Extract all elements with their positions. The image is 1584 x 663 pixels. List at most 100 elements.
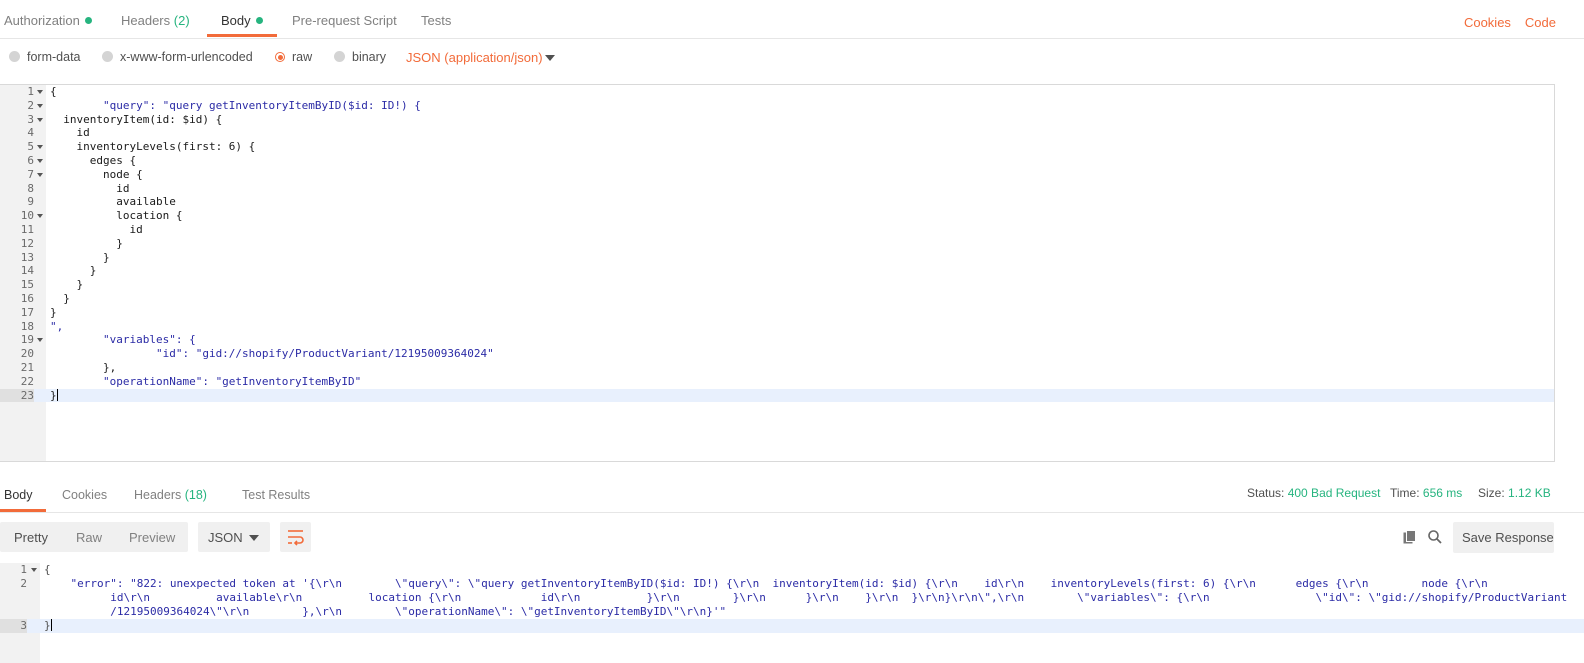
line-number: 3 bbox=[0, 619, 27, 633]
line-number: 6 bbox=[27, 153, 34, 167]
top-links: Cookies Code bbox=[1450, 15, 1556, 30]
response-line: 2 "error": "822: unexpected token at '{\… bbox=[0, 577, 1584, 591]
tab-count: (18) bbox=[184, 488, 207, 502]
code-text: inventoryItem(id: $id) { bbox=[50, 112, 223, 126]
raw-button[interactable]: Raw bbox=[76, 530, 102, 545]
line-number: 12 bbox=[20, 236, 34, 250]
code-text: } bbox=[50, 250, 110, 264]
code-line: 9 available bbox=[0, 195, 1554, 209]
tab-body[interactable]: Body bbox=[221, 13, 263, 28]
wrap-icon bbox=[288, 530, 304, 546]
fold-arrow-icon[interactable] bbox=[37, 103, 43, 108]
active-tab-indicator bbox=[0, 509, 46, 512]
code-line: 6 edges { bbox=[0, 154, 1554, 168]
code-link[interactable]: Code bbox=[1525, 15, 1556, 30]
line-number: 9 bbox=[27, 195, 34, 209]
radio-binary[interactable]: binary bbox=[334, 50, 386, 64]
line-number: 7 bbox=[27, 167, 34, 181]
line-number: 2 bbox=[20, 577, 27, 590]
preview-button[interactable]: Preview bbox=[129, 530, 175, 545]
request-body-editor[interactable]: 1{2 "query": "query getInventoryItemByID… bbox=[0, 84, 1555, 462]
response-tabs: Body Cookies Headers (18) Test Results S… bbox=[0, 472, 1584, 513]
radio-form-data[interactable]: form-data bbox=[9, 50, 81, 64]
code-line: 16 } bbox=[0, 292, 1554, 306]
code-line: 2 "query": "query getInventoryItemByID($… bbox=[0, 99, 1554, 113]
radio-x-www-form-urlencoded[interactable]: x-www-form-urlencoded bbox=[102, 50, 253, 64]
cookies-link[interactable]: Cookies bbox=[1464, 15, 1511, 30]
tab-label: Tests bbox=[421, 13, 452, 28]
code-text: "query": "query getInventoryItemByID($id… bbox=[50, 98, 421, 112]
fold-arrow-icon[interactable] bbox=[37, 172, 43, 177]
time-readout: Time: 656 ms bbox=[1390, 486, 1462, 500]
code-text: "id": "gid://shopify/ProductVariant/1219… bbox=[50, 347, 494, 361]
tab-label: Pre-request Script bbox=[292, 13, 397, 28]
tab-headers[interactable]: Headers (2) bbox=[121, 13, 190, 28]
chevron-down-icon bbox=[249, 535, 259, 541]
line-number: 5 bbox=[27, 140, 34, 154]
line-number: 1 bbox=[20, 563, 27, 576]
tab-tests[interactable]: Tests bbox=[421, 13, 451, 28]
code-text: available bbox=[50, 195, 176, 209]
line-number: 13 bbox=[20, 250, 34, 264]
size-readout: Size: 1.12 KB bbox=[1478, 486, 1551, 500]
search-icon[interactable] bbox=[1428, 530, 1442, 544]
code-text: id bbox=[50, 126, 90, 140]
code-line: 3 inventoryItem(id: $id) { bbox=[0, 113, 1554, 127]
code-line: 15 } bbox=[0, 278, 1554, 292]
save-response-button[interactable]: Save Response bbox=[1453, 522, 1554, 553]
response-body-viewer[interactable]: 1{2 "error": "822: unexpected token at '… bbox=[0, 563, 1584, 663]
format-dropdown[interactable]: JSON bbox=[198, 522, 270, 552]
line-number: 10 bbox=[20, 209, 34, 223]
code-text: } bbox=[50, 236, 123, 250]
chevron-down-icon[interactable] bbox=[545, 55, 555, 61]
content-type-dropdown[interactable]: JSON (application/json) bbox=[406, 50, 543, 65]
code-text: } bbox=[50, 278, 84, 292]
fold-arrow-icon[interactable] bbox=[37, 338, 43, 343]
tab-label: Cookies bbox=[62, 488, 108, 502]
fold-arrow-icon[interactable] bbox=[31, 568, 37, 572]
response-line: id\r\n available\r\n location {\r\n id\r… bbox=[0, 591, 1584, 605]
line-number: 23 bbox=[0, 388, 34, 403]
code-text: id bbox=[50, 181, 130, 195]
response-tab-cookies[interactable]: Cookies bbox=[62, 488, 107, 502]
tab-label: Body bbox=[4, 488, 33, 502]
line-number: 17 bbox=[20, 305, 34, 319]
request-tabs: Authorization Headers (2) Body Pre-reque… bbox=[0, 0, 1584, 39]
response-tab-headers[interactable]: Headers (18) bbox=[134, 488, 207, 502]
code-line: 17} bbox=[0, 306, 1554, 320]
code-line: 21 }, bbox=[0, 361, 1554, 375]
fold-arrow-icon[interactable] bbox=[37, 158, 43, 163]
response-tab-body[interactable]: Body bbox=[4, 488, 33, 502]
tab-label: Test Results bbox=[242, 488, 311, 502]
wrap-lines-button[interactable] bbox=[280, 522, 311, 552]
tab-count: (2) bbox=[173, 13, 190, 28]
response-lines: 1{2 "error": "822: unexpected token at '… bbox=[0, 563, 1584, 633]
line-number: 16 bbox=[20, 291, 34, 305]
code-text: "operationName": "getInventoryItemByID" bbox=[50, 374, 362, 388]
time-value: 656 ms bbox=[1422, 486, 1463, 500]
code-line: 10 location { bbox=[0, 209, 1554, 223]
code-line: 1{ bbox=[0, 85, 1554, 99]
tab-authorization[interactable]: Authorization bbox=[4, 13, 92, 28]
code-text: inventoryLevels(first: 6) { bbox=[50, 140, 256, 154]
code-line: 19 "variables": { bbox=[0, 333, 1554, 347]
radio-icon bbox=[102, 51, 113, 62]
pretty-button[interactable]: Pretty bbox=[14, 530, 48, 545]
code-text: edges { bbox=[50, 153, 137, 167]
fold-arrow-icon[interactable] bbox=[37, 145, 43, 150]
fold-arrow-icon[interactable] bbox=[37, 117, 43, 122]
copy-icon[interactable] bbox=[1403, 530, 1416, 544]
code-text: ", bbox=[50, 319, 64, 333]
fold-arrow-icon[interactable] bbox=[37, 214, 43, 219]
response-text: "error": "822: unexpected token at '{\r\… bbox=[44, 577, 1488, 590]
status-readout: Status: 400 Bad Request bbox=[1247, 486, 1380, 500]
code-text: { bbox=[50, 85, 57, 98]
code-text: } bbox=[50, 291, 70, 305]
radio-label: x-www-form-urlencoded bbox=[120, 50, 253, 64]
radio-raw[interactable]: raw bbox=[275, 50, 312, 64]
fold-arrow-icon[interactable] bbox=[37, 90, 43, 94]
line-number: 14 bbox=[20, 264, 34, 278]
line-number: 20 bbox=[20, 347, 34, 361]
tab-pre-request-script[interactable]: Pre-request Script bbox=[292, 13, 397, 28]
response-tab-test-results[interactable]: Test Results bbox=[242, 488, 310, 502]
